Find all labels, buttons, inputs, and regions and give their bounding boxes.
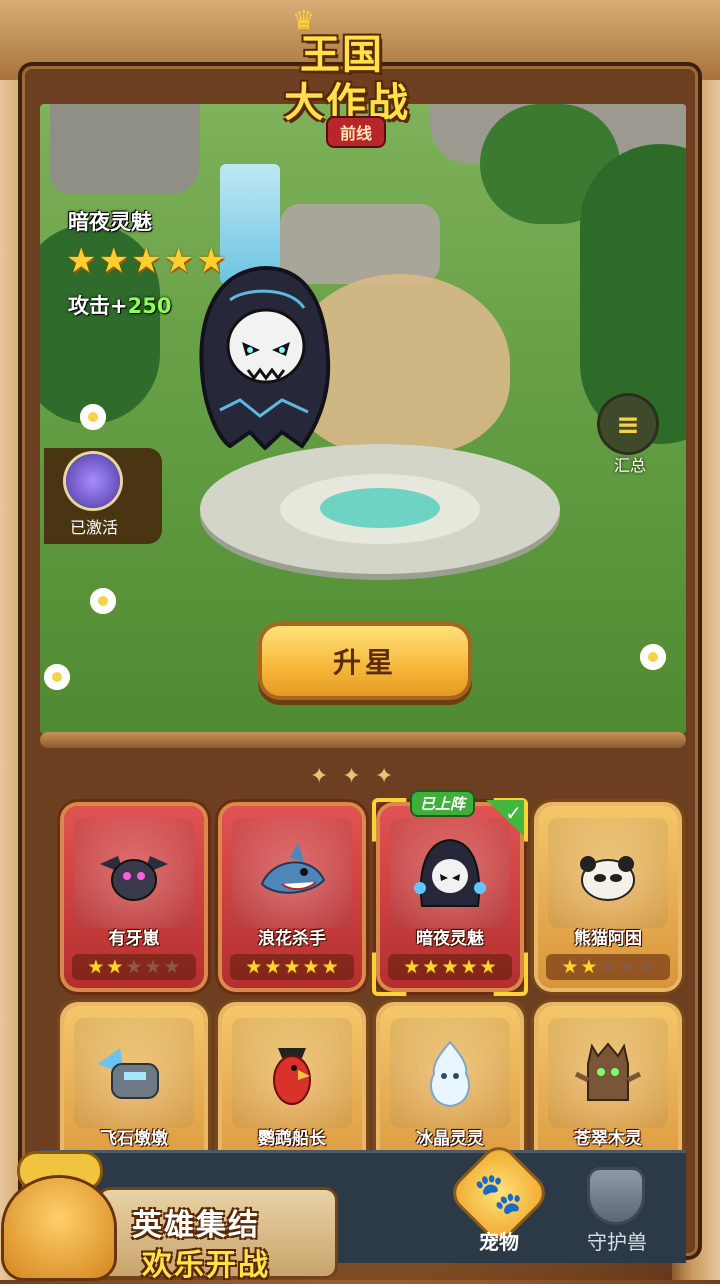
- summary-button[interactable]: ≡ 汇总: [598, 396, 662, 476]
- ad-banner[interactable]: 英雄集结 欢乐开战: [0, 1150, 340, 1283]
- star-icon: ★: [580, 956, 598, 978]
- pet-card-name: 飞石墩墩: [100, 1129, 168, 1149]
- reaper-icon: [414, 838, 486, 907]
- star-icon: ★: [302, 956, 320, 978]
- pet-card-name: 冰晶灵灵: [416, 1129, 484, 1149]
- parrot-icon: [273, 1048, 311, 1105]
- star-empty-icon: ★: [125, 956, 143, 978]
- upgrade-star-button[interactable]: 升星: [262, 626, 468, 696]
- hero-character-icon: [4, 1178, 114, 1278]
- tab-guard-label[interactable]: 守护兽: [570, 1226, 664, 1255]
- attack-stat: 攻击+250: [68, 290, 171, 320]
- pet-card-selected[interactable]: 已上阵 ✓ 暗夜灵魅 ★ ★ ★ ★ ★: [372, 792, 528, 996]
- attack-label: 攻击+: [68, 294, 128, 318]
- pet-card-stars: ★ ★ ★ ★ ★: [388, 954, 512, 980]
- on-team-badge: 已上阵: [412, 792, 474, 815]
- ice-spirit-icon: [430, 1040, 470, 1108]
- flower-icon: [80, 404, 106, 430]
- pet-card-name: 有牙崽: [108, 929, 160, 949]
- pet-card-name: 浪花杀手: [258, 929, 326, 949]
- star-empty-icon: ★: [163, 956, 181, 978]
- star-empty-icon: ★: [618, 956, 636, 978]
- summary-label: 汇总: [613, 456, 646, 475]
- star-icon: ★: [98, 241, 129, 281]
- pet-card-stars: ★ ★ ★ ★ ★: [546, 954, 670, 980]
- tab-pet-label[interactable]: 宠物: [460, 1226, 538, 1255]
- robot-skill-icon: [66, 454, 120, 508]
- flower-icon: [44, 664, 70, 690]
- pet-card[interactable]: 浪花杀手 ★ ★ ★ ★ ★: [222, 806, 362, 988]
- star-empty-icon: ★: [144, 956, 162, 978]
- pet-card-name: 鹦鹉船长: [258, 1129, 326, 1149]
- pet-card-name: 熊猫阿困: [574, 929, 642, 949]
- flower-icon: [640, 644, 666, 670]
- pet-card-name: 暗夜灵魅: [416, 929, 484, 949]
- star-icon: ★: [106, 956, 124, 978]
- attack-value: 250: [127, 294, 172, 318]
- ad-title-line2: 欢乐开战: [142, 1248, 270, 1283]
- divider-rod: [40, 732, 686, 748]
- star-icon: ★: [422, 956, 440, 978]
- tab-guard-shield-icon[interactable]: [590, 1170, 642, 1222]
- star-icon: ★: [403, 956, 421, 978]
- activated-label: 已激活: [69, 518, 118, 537]
- pet-card-stars: ★ ★ ★ ★ ★: [230, 954, 354, 980]
- game-logo: ♛ 王国 大作战 前线: [284, 6, 434, 146]
- pet-card[interactable]: 熊猫阿困 ★ ★ ★ ★ ★: [538, 806, 678, 988]
- platform-pool: [320, 488, 440, 528]
- list-icon: ≡: [600, 396, 656, 452]
- pet-card[interactable]: 有牙崽 ★ ★ ★ ★ ★: [64, 806, 204, 988]
- treant-icon: [574, 1042, 642, 1101]
- panda-icon: [580, 856, 635, 901]
- reaper-character: [199, 265, 331, 450]
- stone-golem-icon: [98, 1048, 159, 1099]
- star-icon: ★: [321, 956, 339, 978]
- star-icon: ★: [130, 241, 162, 281]
- star-icon: ★: [460, 956, 478, 978]
- star-icon: ★: [479, 956, 497, 978]
- star-icon: ★: [283, 956, 301, 978]
- star-icon: ★: [87, 956, 105, 978]
- pet-name: 暗夜灵魅: [68, 210, 152, 234]
- star-icon: ★: [66, 241, 97, 281]
- activated-badge[interactable]: 已激活: [44, 448, 162, 544]
- ad-title-line1: 英雄集结: [132, 1208, 260, 1243]
- star-empty-icon: ★: [637, 956, 655, 978]
- black-dragon-icon: [100, 856, 168, 901]
- shark-icon: [260, 842, 326, 894]
- divider-ornament: ✦✦✦: [310, 764, 408, 789]
- star-icon: ★: [264, 956, 282, 978]
- rock: [50, 104, 200, 194]
- star-empty-icon: ★: [599, 956, 617, 978]
- star-icon: ★: [561, 956, 579, 978]
- pet-card-name: 苍翠木灵: [574, 1129, 642, 1149]
- star-icon: ★: [245, 956, 263, 978]
- star-icon: ★: [441, 956, 459, 978]
- logo-subtitle: 前线: [328, 118, 385, 146]
- pet-card-stars: ★ ★ ★ ★ ★: [72, 954, 196, 980]
- flower-icon: [90, 588, 116, 614]
